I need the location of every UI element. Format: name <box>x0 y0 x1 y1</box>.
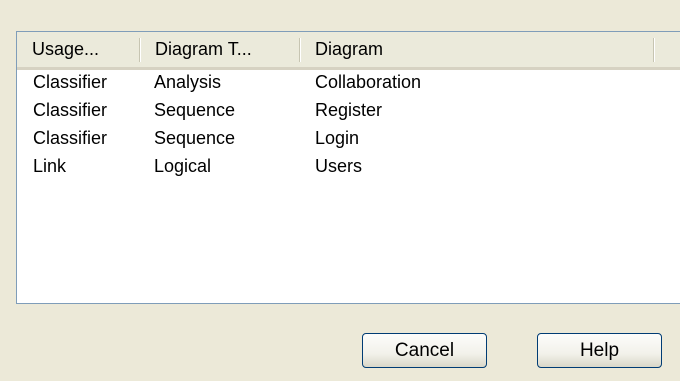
cell-diagram-type: Sequence <box>154 128 236 148</box>
list-rows: Classifier Analysis Collaboration Classi… <box>17 70 680 182</box>
cell-usage: Classifier <box>33 72 108 92</box>
column-header-diagram-type[interactable]: Diagram T... <box>140 32 299 67</box>
usage-dialog: Usage... Diagram T... Diagram Classifier… <box>0 0 680 381</box>
cell-diagram: Login <box>315 128 360 148</box>
column-separator[interactable] <box>653 38 654 62</box>
list-row[interactable]: Classifier Sequence Login <box>17 126 680 154</box>
cell-usage: Classifier <box>33 100 108 120</box>
column-header-diagram[interactable]: Diagram <box>300 32 653 67</box>
help-button[interactable]: Help <box>537 333 662 368</box>
cell-usage: Link <box>33 156 67 176</box>
column-header-usage[interactable]: Usage... <box>17 32 139 67</box>
list-row[interactable]: Link Logical Users <box>17 154 680 182</box>
list-header: Usage... Diagram T... Diagram <box>17 32 680 70</box>
cell-diagram-type: Logical <box>154 156 212 176</box>
cell-diagram-type: Analysis <box>154 72 222 92</box>
cancel-button[interactable]: Cancel <box>362 333 487 368</box>
cell-diagram-type: Sequence <box>154 100 236 120</box>
cell-diagram: Collaboration <box>315 72 422 92</box>
list-row[interactable]: Classifier Sequence Register <box>17 98 680 126</box>
cell-diagram: Register <box>315 100 383 120</box>
cell-usage: Classifier <box>33 128 108 148</box>
list-row[interactable]: Classifier Analysis Collaboration <box>17 70 680 98</box>
diagram-usage-list[interactable]: Usage... Diagram T... Diagram Classifier… <box>16 31 680 304</box>
cell-diagram: Users <box>315 156 363 176</box>
